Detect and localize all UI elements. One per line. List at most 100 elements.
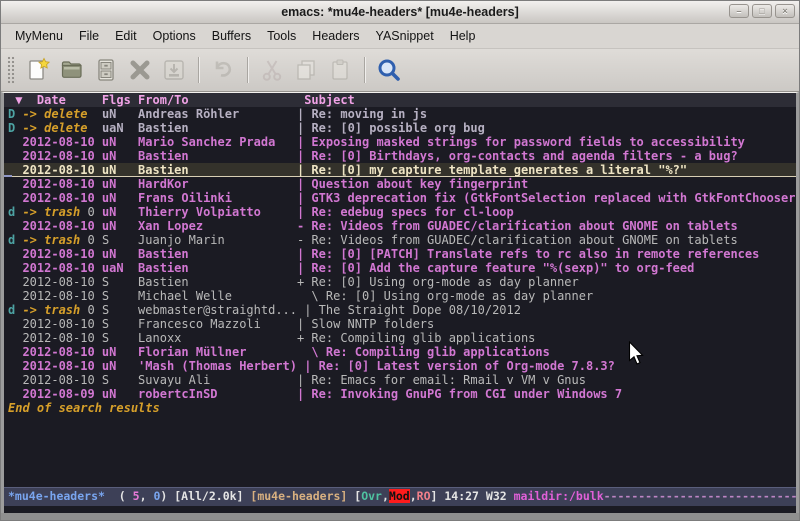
window-bottom-edge	[1, 513, 799, 520]
modeline-segment: (	[105, 489, 133, 503]
row-segment: -> delete	[22, 121, 101, 135]
buffer-empty-space[interactable]	[4, 415, 796, 487]
header-row[interactable]: 2012-08-10 uN Bastien | Re: [0] [PATCH] …	[4, 247, 796, 261]
header-row[interactable]: D -> delete uaN Bastien | Re: [0] possib…	[4, 121, 796, 135]
row-segment: S webmaster@straightd... | The Straight …	[102, 303, 521, 317]
mode-line: *mu4e-headers* ( 5, 0) [All/2.0k] [mu4e-…	[4, 487, 796, 506]
row-segment: 2012-08-10 uN HardKor | Question about k…	[8, 177, 528, 191]
menu-item-options[interactable]: Options	[145, 26, 204, 46]
menu-item-mymenu[interactable]: MyMenu	[7, 26, 71, 46]
modeline-segment: )	[160, 489, 174, 503]
row-segment: d	[8, 303, 22, 317]
menu-item-edit[interactable]: Edit	[107, 26, 145, 46]
save-buffer-button[interactable]	[159, 55, 189, 85]
modeline-segment: [mu4e-headers]	[250, 489, 354, 503]
menu-bar: MyMenuFileEditOptionsBuffersToolsHeaders…	[1, 24, 799, 49]
modeline-segment: ,	[382, 489, 389, 503]
row-segment: 2012-08-10 S Lanoxx + Re: Compiling glib…	[8, 331, 535, 345]
maximize-button[interactable]: □	[752, 4, 772, 18]
header-row[interactable]: d -> trash 0 S Juanjo Marin - Re: Videos…	[4, 233, 796, 247]
row-segment: -> trash	[22, 205, 87, 219]
undo-button[interactable]	[208, 55, 238, 85]
point-cursor	[4, 175, 12, 177]
toolbar-drag-handle[interactable]	[7, 56, 15, 84]
modeline-segment: RO	[417, 489, 431, 503]
row-segment: 2012-08-10 uN Bastien | Re: [0] [PATCH] …	[8, 247, 759, 261]
row-segment: -> trash	[22, 303, 87, 317]
new-file-button[interactable]	[23, 55, 53, 85]
header-row[interactable]: D -> delete uN Andreas Röhler | Re: movi…	[4, 107, 796, 121]
close-button[interactable]: ×	[775, 4, 795, 18]
header-row[interactable]: 2012-08-10 uN Xan Lopez - Re: Videos fro…	[4, 219, 796, 233]
menu-item-buffers[interactable]: Buffers	[204, 26, 259, 46]
header-row[interactable]: 2012-08-10 uN HardKor | Question about k…	[4, 177, 796, 191]
header-row[interactable]: 2012-08-10 S Francesco Mazzoli | Slow NN…	[4, 317, 796, 331]
end-of-results-marker: End of search results	[4, 401, 796, 415]
window-controls: –□×	[729, 4, 795, 18]
header-row[interactable]: 2012-08-10 uN Frans Oilinki | GTK3 depre…	[4, 191, 796, 205]
row-segment: 2012-08-10 uN Frans Oilinki | GTK3 depre…	[8, 191, 799, 205]
row-segment: 2012-08-09 uN robertcInSD | Re: Invoking…	[8, 387, 622, 401]
paste-icon	[327, 57, 353, 83]
header-row[interactable]: 2012-08-10 S Michael Welle \ Re: [0] Usi…	[4, 289, 796, 303]
paste-button[interactable]	[325, 55, 355, 85]
echo-area[interactable]	[4, 506, 796, 513]
buffer-area: ▼ Date Flgs From/To Subject D -> delete …	[1, 92, 799, 513]
row-segment: 0	[87, 233, 101, 247]
modeline-segment: Ovr	[361, 489, 382, 503]
menu-item-headers[interactable]: Headers	[304, 26, 367, 46]
row-segment: D	[8, 107, 22, 121]
modeline-segment: 5	[133, 489, 140, 503]
header-row[interactable]: 2012-08-10 S Suvayu Ali | Re: Emacs for …	[4, 373, 796, 387]
open-folder-button[interactable]	[57, 55, 87, 85]
close-buffer-button[interactable]	[125, 55, 155, 85]
header-row[interactable]: 2012-08-10 uN Florian Müllner \ Re: Comp…	[4, 345, 796, 359]
search-button[interactable]	[374, 55, 404, 85]
open-folder-icon	[59, 57, 85, 83]
headers-column-header[interactable]: ▼ Date Flgs From/To Subject	[4, 93, 796, 107]
menu-item-help[interactable]: Help	[442, 26, 484, 46]
window-title: emacs: *mu4e-headers* [mu4e-headers]	[1, 5, 799, 19]
header-row[interactable]: d -> trash 0 S webmaster@straightd... | …	[4, 303, 796, 317]
header-row[interactable]: 2012-08-10 uN 'Mash (Thomas Herbert) | R…	[4, 359, 796, 373]
toolbar-separator	[198, 57, 199, 83]
row-segment: 0	[87, 205, 101, 219]
row-segment: 2012-08-10 S Michael Welle \ Re: [0] Usi…	[8, 289, 593, 303]
row-segment: 2012-08-10 uaN Bastien | Re: [0] Add the…	[8, 261, 694, 275]
header-row[interactable]: 2012-08-10 S Lanoxx + Re: Compiling glib…	[4, 331, 796, 345]
menu-item-yasnippet[interactable]: YASnippet	[368, 26, 442, 46]
header-row[interactable]: 2012-08-09 uN robertcInSD | Re: Invoking…	[4, 387, 796, 401]
header-row[interactable]: 2012-08-10 S Bastien + Re: [0] Using org…	[4, 275, 796, 289]
modeline-segment: ,	[140, 489, 154, 503]
copy-icon	[293, 57, 319, 83]
file-cabinet-button[interactable]	[91, 55, 121, 85]
modeline-segment: ,	[410, 489, 417, 503]
modeline-segment: *mu4e-headers*	[8, 489, 105, 503]
header-row-current[interactable]: 2012-08-10 uN Bastien | Re: [0] my captu…	[4, 163, 796, 177]
headers-list: D -> delete uN Andreas Röhler | Re: movi…	[4, 107, 796, 401]
row-segment: D	[8, 121, 22, 135]
modeline-segment: 14:27 W32	[444, 489, 513, 503]
copy-button[interactable]	[291, 55, 321, 85]
cut-button[interactable]	[257, 55, 287, 85]
row-segment: 2012-08-10 uN 'Mash (Thomas Herbert) | R…	[8, 359, 615, 373]
modeline-segment: --------------------------------------	[604, 489, 796, 503]
modeline-segment: maildir:/bulk	[514, 489, 604, 503]
row-segment: 2012-08-10 uN Bastien | Re: [0] my captu…	[8, 163, 687, 177]
header-row[interactable]: 2012-08-10 uN Bastien | Re: [0] Birthday…	[4, 149, 796, 163]
header-row[interactable]: 2012-08-10 uN Mario Sanchez Prada | Expo…	[4, 135, 796, 149]
title-bar[interactable]: emacs: *mu4e-headers* [mu4e-headers] –□×	[1, 1, 799, 24]
modeline-segment: ]	[431, 489, 445, 503]
menu-item-file[interactable]: File	[71, 26, 107, 46]
header-row[interactable]: d -> trash 0 uN Thierry Volpiatto | Re: …	[4, 205, 796, 219]
modeline-segment: [All/2.0k]	[174, 489, 250, 503]
toolbar-separator	[364, 57, 365, 83]
close-buffer-icon	[127, 57, 153, 83]
header-row[interactable]: 2012-08-10 uaN Bastien | Re: [0] Add the…	[4, 261, 796, 275]
minimize-button[interactable]: –	[729, 4, 749, 18]
row-segment: 2012-08-10 S Francesco Mazzoli | Slow NN…	[8, 317, 434, 331]
toolbar-separator	[247, 57, 248, 83]
row-segment: uN Thierry Volpiatto | Re: edebug specs …	[102, 205, 514, 219]
menu-item-tools[interactable]: Tools	[259, 26, 304, 46]
new-file-icon	[25, 57, 51, 83]
